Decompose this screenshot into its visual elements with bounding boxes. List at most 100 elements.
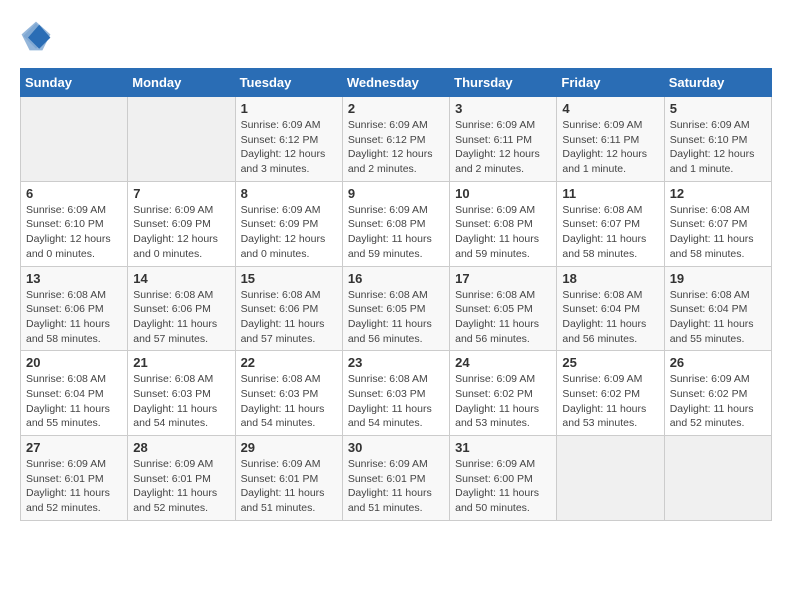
calendar-cell: 21 Sunrise: 6:08 AM Sunset: 6:03 PM Dayli… <box>128 351 235 436</box>
day-detail: Sunrise: 6:08 AM Sunset: 6:06 PM Dayligh… <box>241 288 337 347</box>
day-number: 2 <box>348 101 444 116</box>
calendar-body: 1 Sunrise: 6:09 AM Sunset: 6:12 PM Daylig… <box>21 97 772 521</box>
day-number: 24 <box>455 355 551 370</box>
day-number: 21 <box>133 355 229 370</box>
day-number: 15 <box>241 271 337 286</box>
calendar-cell: 12 Sunrise: 6:08 AM Sunset: 6:07 PM Dayli… <box>664 181 771 266</box>
day-detail: Sunrise: 6:08 AM Sunset: 6:04 PM Dayligh… <box>26 372 122 431</box>
day-number: 5 <box>670 101 766 116</box>
day-number: 14 <box>133 271 229 286</box>
day-detail: Sunrise: 6:09 AM Sunset: 6:09 PM Dayligh… <box>241 203 337 262</box>
weekday-header: Monday <box>128 69 235 97</box>
calendar-week-row: 20 Sunrise: 6:08 AM Sunset: 6:04 PM Dayli… <box>21 351 772 436</box>
day-detail: Sunrise: 6:08 AM Sunset: 6:07 PM Dayligh… <box>670 203 766 262</box>
day-detail: Sunrise: 6:08 AM Sunset: 6:03 PM Dayligh… <box>133 372 229 431</box>
day-detail: Sunrise: 6:08 AM Sunset: 6:03 PM Dayligh… <box>241 372 337 431</box>
day-number: 20 <box>26 355 122 370</box>
day-detail: Sunrise: 6:08 AM Sunset: 6:03 PM Dayligh… <box>348 372 444 431</box>
calendar-cell: 17Sunrise: 6:08 AM Sunset: 6:05 PM Dayli… <box>450 266 557 351</box>
logo-icon <box>20 20 52 52</box>
calendar-table: SundayMondayTuesdayWednesdayThursdayFrid… <box>20 68 772 521</box>
day-detail: Sunrise: 6:09 AM Sunset: 6:01 PM Dayligh… <box>133 457 229 516</box>
day-number: 11 <box>562 186 658 201</box>
day-number: 22 <box>241 355 337 370</box>
calendar-header: SundayMondayTuesdayWednesdayThursdayFrid… <box>21 69 772 97</box>
calendar-cell: 26Sunrise: 6:09 AM Sunset: 6:02 PM Dayli… <box>664 351 771 436</box>
calendar-cell: 23 Sunrise: 6:08 AM Sunset: 6:03 PM Dayli… <box>342 351 449 436</box>
calendar-cell: 19 Sunrise: 6:08 AM Sunset: 6:04 PM Dayli… <box>664 266 771 351</box>
calendar-cell: 25 Sunrise: 6:09 AM Sunset: 6:02 PM Dayli… <box>557 351 664 436</box>
calendar-cell: 7 Sunrise: 6:09 AM Sunset: 6:09 PM Daylig… <box>128 181 235 266</box>
day-number: 4 <box>562 101 658 116</box>
day-number: 23 <box>348 355 444 370</box>
calendar-cell: 3 Sunrise: 6:09 AM Sunset: 6:11 PM Daylig… <box>450 97 557 182</box>
day-detail: Sunrise: 6:09 AM Sunset: 6:01 PM Dayligh… <box>348 457 444 516</box>
day-number: 26 <box>670 355 766 370</box>
day-detail: Sunrise: 6:08 AM Sunset: 6:05 PM Dayligh… <box>348 288 444 347</box>
weekday-row: SundayMondayTuesdayWednesdayThursdayFrid… <box>21 69 772 97</box>
day-detail: Sunrise: 6:09 AM Sunset: 6:11 PM Dayligh… <box>455 118 551 177</box>
calendar-cell <box>557 436 664 521</box>
day-number: 25 <box>562 355 658 370</box>
calendar-cell: 2 Sunrise: 6:09 AM Sunset: 6:12 PM Daylig… <box>342 97 449 182</box>
weekday-header: Thursday <box>450 69 557 97</box>
day-detail: Sunrise: 6:08 AM Sunset: 6:06 PM Dayligh… <box>26 288 122 347</box>
day-number: 27 <box>26 440 122 455</box>
day-number: 7 <box>133 186 229 201</box>
calendar-cell: 11 Sunrise: 6:08 AM Sunset: 6:07 PM Dayli… <box>557 181 664 266</box>
calendar-cell: 1 Sunrise: 6:09 AM Sunset: 6:12 PM Daylig… <box>235 97 342 182</box>
calendar-cell: 27 Sunrise: 6:09 AM Sunset: 6:01 PM Dayli… <box>21 436 128 521</box>
day-number: 8 <box>241 186 337 201</box>
day-number: 13 <box>26 271 122 286</box>
weekday-header: Saturday <box>664 69 771 97</box>
calendar-cell: 18 Sunrise: 6:08 AM Sunset: 6:04 PM Dayli… <box>557 266 664 351</box>
day-detail: Sunrise: 6:08 AM Sunset: 6:04 PM Dayligh… <box>562 288 658 347</box>
calendar-cell <box>21 97 128 182</box>
day-detail: Sunrise: 6:09 AM Sunset: 6:01 PM Dayligh… <box>26 457 122 516</box>
day-detail: Sunrise: 6:09 AM Sunset: 6:02 PM Dayligh… <box>562 372 658 431</box>
day-number: 16 <box>348 271 444 286</box>
calendar-week-row: 6 Sunrise: 6:09 AM Sunset: 6:10 PM Daylig… <box>21 181 772 266</box>
calendar-week-row: 27 Sunrise: 6:09 AM Sunset: 6:01 PM Dayli… <box>21 436 772 521</box>
calendar-cell <box>664 436 771 521</box>
day-number: 30 <box>348 440 444 455</box>
calendar-cell: 5 Sunrise: 6:09 AM Sunset: 6:10 PM Daylig… <box>664 97 771 182</box>
day-number: 18 <box>562 271 658 286</box>
day-detail: Sunrise: 6:09 AM Sunset: 6:10 PM Dayligh… <box>26 203 122 262</box>
day-number: 19 <box>670 271 766 286</box>
weekday-header: Sunday <box>21 69 128 97</box>
day-detail: Sunrise: 6:09 AM Sunset: 6:02 PM Dayligh… <box>455 372 551 431</box>
calendar-cell: 24 Sunrise: 6:09 AM Sunset: 6:02 PM Dayli… <box>450 351 557 436</box>
day-detail: Sunrise: 6:09 AM Sunset: 6:12 PM Dayligh… <box>348 118 444 177</box>
day-detail: Sunrise: 6:08 AM Sunset: 6:07 PM Dayligh… <box>562 203 658 262</box>
weekday-header: Wednesday <box>342 69 449 97</box>
calendar-cell: 31Sunrise: 6:09 AM Sunset: 6:00 PM Dayli… <box>450 436 557 521</box>
logo <box>20 20 56 52</box>
calendar-cell: 22 Sunrise: 6:08 AM Sunset: 6:03 PM Dayli… <box>235 351 342 436</box>
day-detail: Sunrise: 6:09 AM Sunset: 6:08 PM Dayligh… <box>455 203 551 262</box>
weekday-header: Friday <box>557 69 664 97</box>
page-header <box>20 20 772 52</box>
calendar-cell: 10Sunrise: 6:09 AM Sunset: 6:08 PM Dayli… <box>450 181 557 266</box>
calendar-cell: 6 Sunrise: 6:09 AM Sunset: 6:10 PM Daylig… <box>21 181 128 266</box>
day-detail: Sunrise: 6:08 AM Sunset: 6:04 PM Dayligh… <box>670 288 766 347</box>
day-number: 1 <box>241 101 337 116</box>
day-number: 12 <box>670 186 766 201</box>
day-detail: Sunrise: 6:09 AM Sunset: 6:09 PM Dayligh… <box>133 203 229 262</box>
calendar-cell: 4 Sunrise: 6:09 AM Sunset: 6:11 PM Daylig… <box>557 97 664 182</box>
calendar-cell: 30 Sunrise: 6:09 AM Sunset: 6:01 PM Dayli… <box>342 436 449 521</box>
day-detail: Sunrise: 6:09 AM Sunset: 6:12 PM Dayligh… <box>241 118 337 177</box>
day-detail: Sunrise: 6:09 AM Sunset: 6:11 PM Dayligh… <box>562 118 658 177</box>
weekday-header: Tuesday <box>235 69 342 97</box>
calendar-cell <box>128 97 235 182</box>
day-detail: Sunrise: 6:09 AM Sunset: 6:10 PM Dayligh… <box>670 118 766 177</box>
day-number: 3 <box>455 101 551 116</box>
calendar-cell: 8 Sunrise: 6:09 AM Sunset: 6:09 PM Daylig… <box>235 181 342 266</box>
day-number: 6 <box>26 186 122 201</box>
calendar-week-row: 1 Sunrise: 6:09 AM Sunset: 6:12 PM Daylig… <box>21 97 772 182</box>
calendar-cell: 13 Sunrise: 6:08 AM Sunset: 6:06 PM Dayli… <box>21 266 128 351</box>
calendar-cell: 9Sunrise: 6:09 AM Sunset: 6:08 PM Daylig… <box>342 181 449 266</box>
calendar-cell: 16 Sunrise: 6:08 AM Sunset: 6:05 PM Dayli… <box>342 266 449 351</box>
calendar-cell: 28Sunrise: 6:09 AM Sunset: 6:01 PM Dayli… <box>128 436 235 521</box>
day-detail: Sunrise: 6:09 AM Sunset: 6:08 PM Dayligh… <box>348 203 444 262</box>
